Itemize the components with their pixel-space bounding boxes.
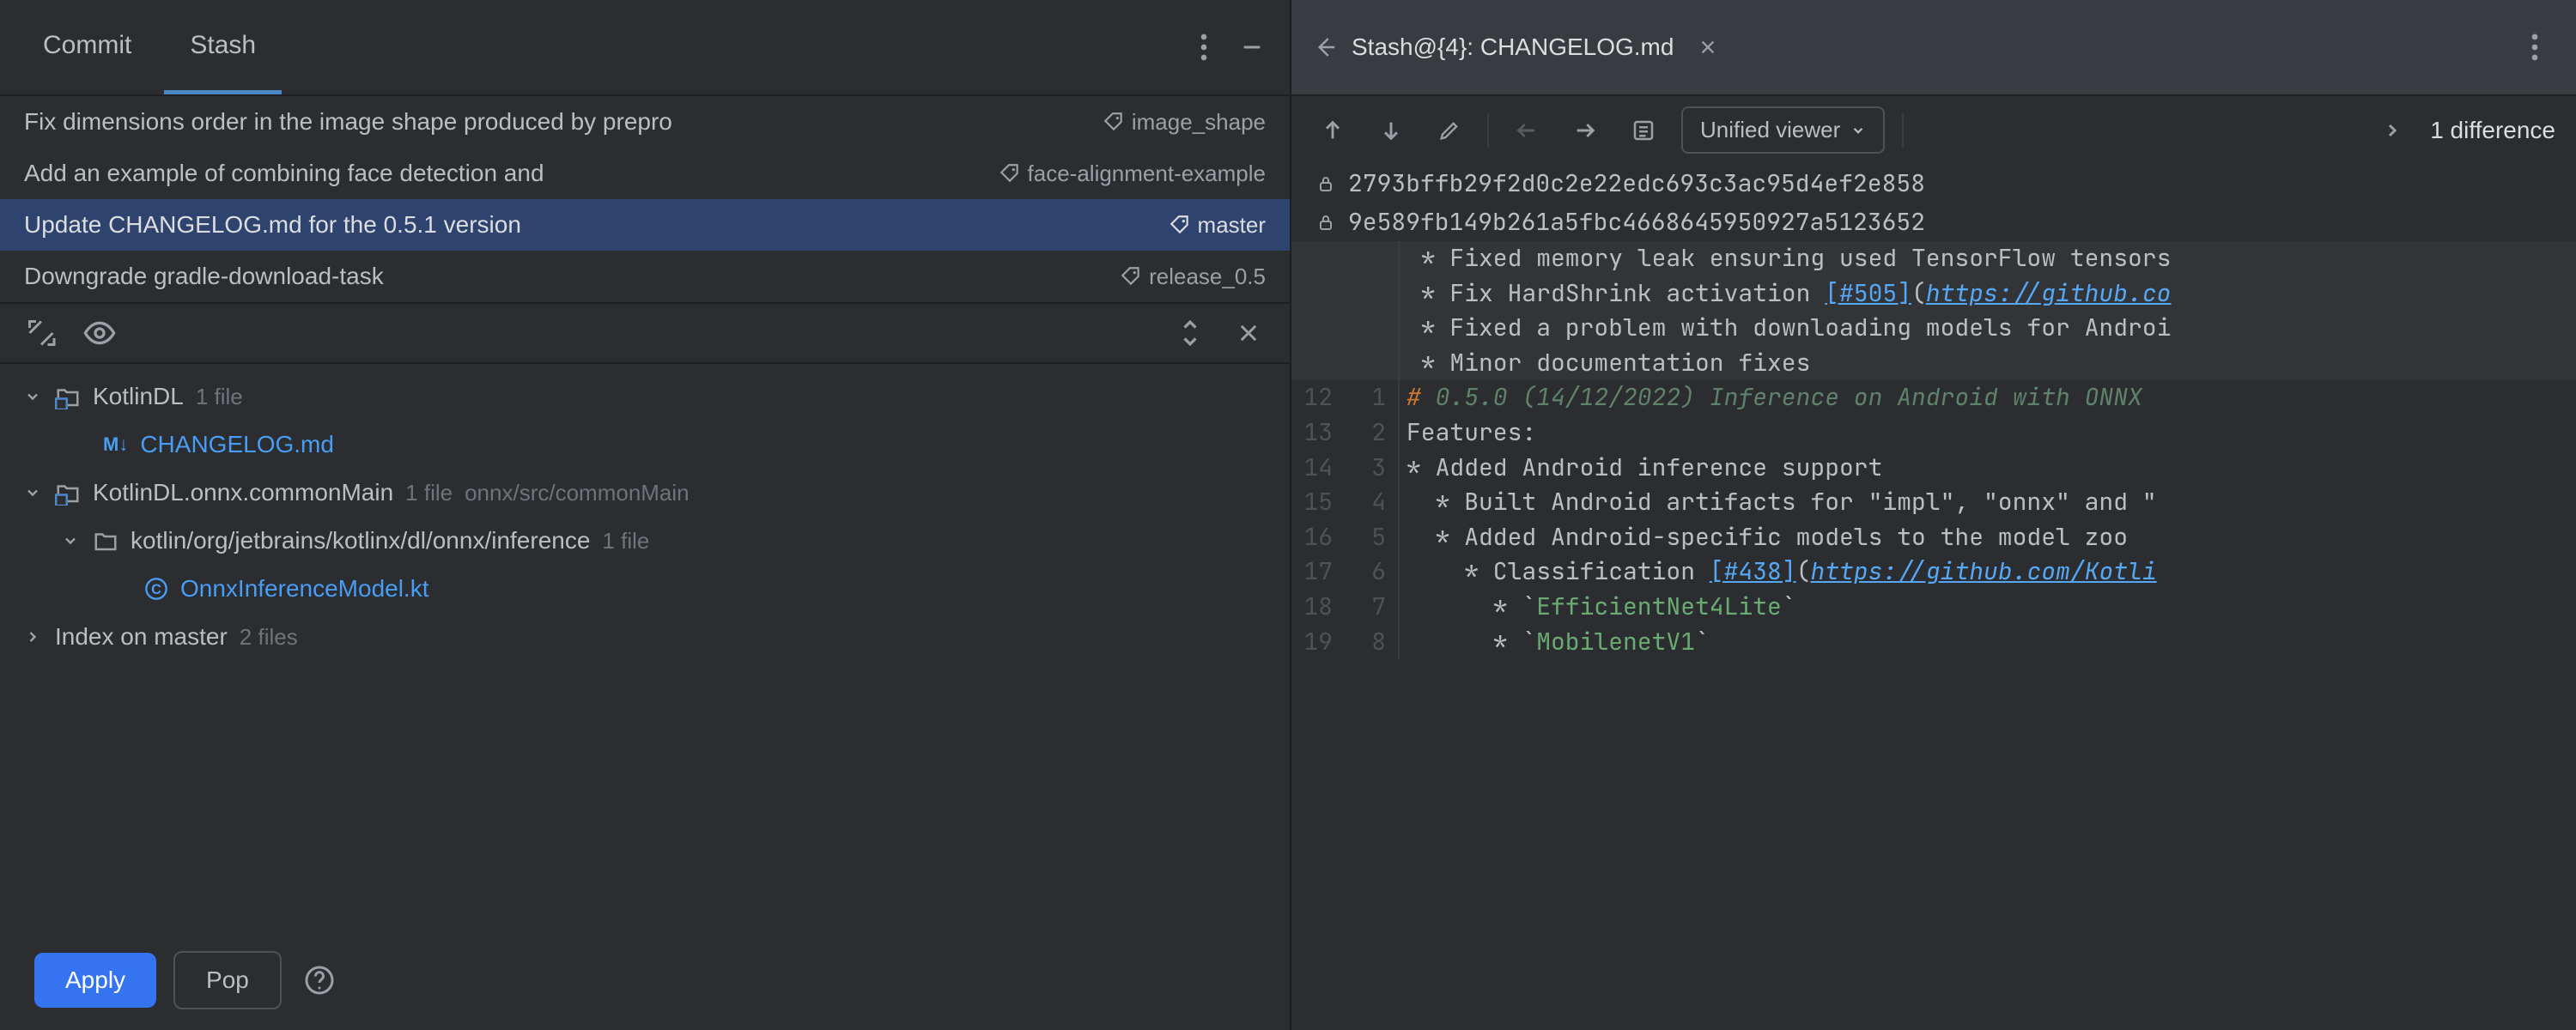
markdown-file-icon: M↓: [103, 433, 128, 456]
hash-row-target: 9e589fb149b261a5fbc4668645950927a5123652: [1291, 203, 2576, 241]
hash-row-base: 2793bffb29f2d0c2e22edc693c3ac95d4ef2e858: [1291, 164, 2576, 203]
stash-entry[interactable]: Downgrade gradle-download-task release_0…: [0, 251, 1290, 302]
branch-tag: face-alignment-example: [999, 161, 1266, 187]
list-view-icon[interactable]: [1623, 110, 1664, 151]
viewer-mode-select[interactable]: Unified viewer: [1681, 106, 1885, 154]
diff-line: * Classification [#438](https://github.c…: [1400, 554, 2576, 590]
chevron-down-icon: [24, 388, 43, 405]
more-icon[interactable]: [1183, 27, 1224, 68]
diff-toolbar: Unified viewer 1 difference: [1291, 96, 2576, 164]
tab-stash[interactable]: Stash: [164, 0, 282, 94]
minimize-icon[interactable]: [1231, 27, 1273, 68]
tree-file[interactable]: M↓ CHANGELOG.md: [0, 421, 1290, 469]
file-count: 1 file: [405, 480, 453, 506]
module-icon: [55, 480, 81, 506]
diff-tab-bar: Stash@{4}: CHANGELOG.md: [1291, 0, 2576, 96]
stash-entry[interactable]: Fix dimensions order in the image shape …: [0, 96, 1290, 148]
stash-message: Downgrade gradle-download-task: [24, 263, 1106, 290]
diff-line: Features:: [1400, 415, 2576, 451]
close-icon[interactable]: [1228, 312, 1269, 354]
footer-actions: Apply Pop: [0, 930, 1290, 1030]
more-icon[interactable]: [2514, 27, 2555, 68]
stash-entry-selected[interactable]: Update CHANGELOG.md for the 0.5.1 versio…: [0, 199, 1290, 251]
branch-tag: release_0.5: [1120, 264, 1266, 290]
nav-forward-icon[interactable]: [1564, 110, 1606, 151]
expand-icon[interactable]: [2372, 110, 2413, 151]
nav-back-icon: [1506, 110, 1547, 151]
folder-icon: [93, 528, 118, 554]
tree-node[interactable]: Index on master 2 files: [0, 613, 1290, 661]
diff-line: * Minor documentation fixes: [1400, 346, 2576, 381]
branch-tag: image_shape: [1103, 109, 1266, 136]
chevron-down-icon: [62, 532, 81, 549]
tree-module[interactable]: KotlinDL.onnx.commonMain 1 file onnx/src…: [0, 469, 1290, 517]
file-count: 2 files: [240, 624, 298, 651]
close-tab-icon[interactable]: [1687, 27, 1728, 68]
lock-icon: [1315, 212, 1336, 233]
difference-count: 1 difference: [2430, 117, 2555, 144]
stash-message: Add an example of combining face detecti…: [24, 160, 985, 187]
diff-panel: Stash@{4}: CHANGELOG.md Unified viewer 1…: [1291, 0, 2576, 1030]
module-name: KotlinDL: [93, 383, 184, 410]
chevron-down-icon: [24, 484, 43, 501]
commit-hash: 9e589fb149b261a5fbc4668645950927a5123652: [1348, 206, 1925, 238]
kotlin-class-icon: C: [144, 577, 168, 601]
diff-content[interactable]: * Fixed memory leak ensuring used Tensor…: [1291, 241, 2576, 1030]
stash-panel: Commit Stash Fix dimensions order in the…: [0, 0, 1291, 1030]
diff-line: # 0.5.0 (14/12/2022) Inference on Androi…: [1400, 380, 2576, 415]
diff-line: * `EfficientNet4Lite`: [1400, 590, 2576, 625]
back-arrow-icon[interactable]: [1312, 34, 1338, 60]
group-icon[interactable]: [21, 312, 62, 354]
tree-folder[interactable]: kotlin/org/jetbrains/kotlinx/dl/onnx/inf…: [0, 517, 1290, 565]
file-tree-toolbar: [0, 304, 1290, 364]
lock-icon: [1315, 173, 1336, 194]
module-path: onnx/src/commonMain: [465, 480, 690, 506]
stash-entry[interactable]: Add an example of combining face detecti…: [0, 148, 1290, 199]
next-diff-icon[interactable]: [1370, 110, 1412, 151]
edit-icon[interactable]: [1429, 110, 1470, 151]
diff-line: * Added Android inference support: [1400, 451, 2576, 486]
svg-text:C: C: [151, 582, 161, 597]
file-name: OnnxInferenceModel.kt: [180, 575, 429, 603]
diff-line: * Fixed memory leak ensuring used Tensor…: [1400, 241, 2576, 276]
chevron-down-icon: [1850, 123, 1866, 138]
module-icon: [55, 384, 81, 409]
tree-file[interactable]: C OnnxInferenceModel.kt: [0, 565, 1290, 613]
stash-message: Update CHANGELOG.md for the 0.5.1 versio…: [24, 211, 1155, 239]
stash-message: Fix dimensions order in the image shape …: [24, 108, 1089, 136]
apply-button[interactable]: Apply: [34, 953, 156, 1008]
changed-files-tree: KotlinDL 1 file M↓ CHANGELOG.md KotlinDL…: [0, 364, 1290, 930]
diff-line: * `MobilenetV1`: [1400, 625, 2576, 660]
stash-list: Fix dimensions order in the image shape …: [0, 96, 1290, 304]
diff-line: * Added Android-specific models to the m…: [1400, 520, 2576, 555]
diff-line: * Built Android artifacts for "impl", "o…: [1400, 485, 2576, 520]
diff-line: * Fix HardShrink activation [#505](https…: [1400, 276, 2576, 312]
tabs-bar: Commit Stash: [0, 0, 1290, 96]
diff-line: * Fixed a problem with downloading model…: [1400, 311, 2576, 346]
tree-module[interactable]: KotlinDL 1 file: [0, 373, 1290, 421]
chevron-right-icon: [24, 628, 43, 645]
pop-button[interactable]: Pop: [173, 951, 282, 1009]
file-name: CHANGELOG.md: [140, 431, 334, 458]
branch-tag: master: [1169, 212, 1266, 239]
file-count: 1 file: [196, 384, 243, 410]
diff-title: Stash@{4}: CHANGELOG.md: [1352, 33, 1674, 61]
tab-commit[interactable]: Commit: [17, 0, 157, 94]
module-name: KotlinDL.onnx.commonMain: [93, 479, 393, 506]
help-icon[interactable]: [299, 960, 340, 1001]
folder-name: kotlin/org/jetbrains/kotlinx/dl/onnx/inf…: [131, 527, 590, 554]
expand-collapse-icon[interactable]: [1170, 312, 1211, 354]
file-count: 1 file: [602, 528, 649, 554]
commit-hash: 2793bffb29f2d0c2e22edc693c3ac95d4ef2e858: [1348, 167, 1925, 199]
node-name: Index on master: [55, 623, 228, 651]
eye-icon[interactable]: [79, 312, 120, 354]
prev-diff-icon[interactable]: [1312, 110, 1353, 151]
